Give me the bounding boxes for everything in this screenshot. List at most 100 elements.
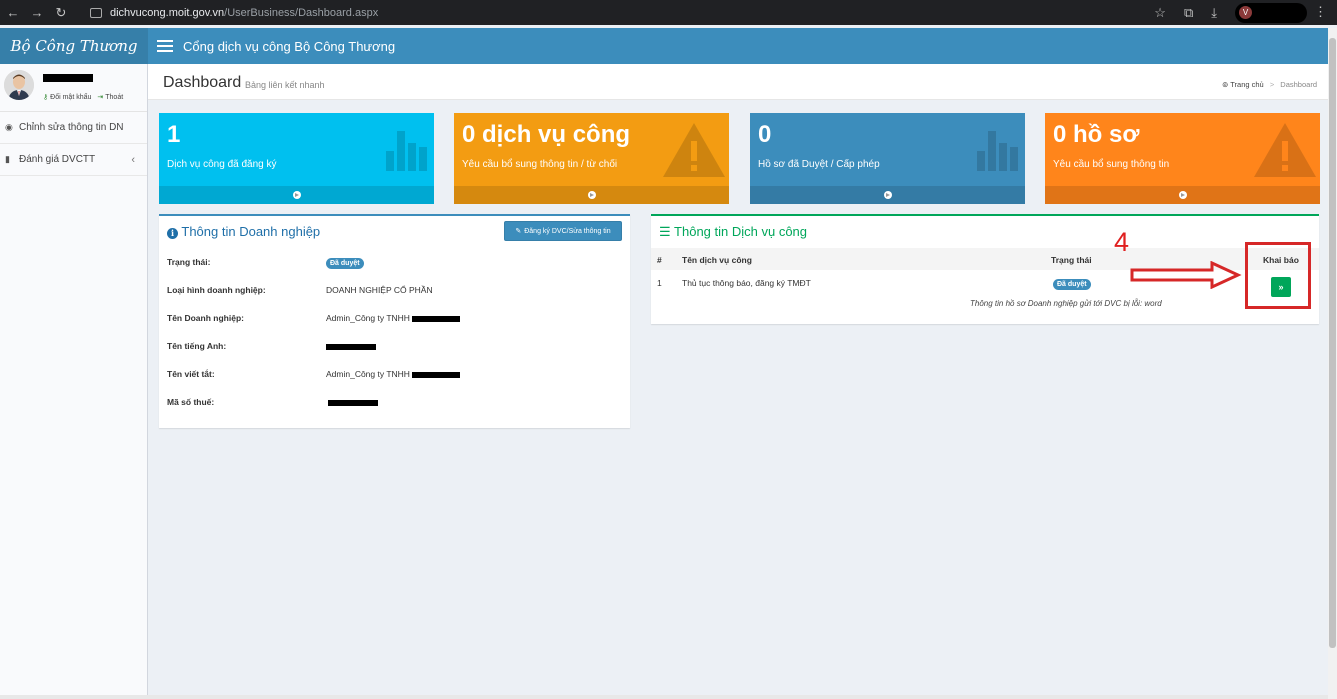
user-panel: ⚷ Đổi mật khẩu ⇥ Thoát [0, 64, 147, 112]
site-settings-icon[interactable] [90, 7, 102, 18]
content-header: Dashboard Bảng liên kết nhanh ⊚ Trang ch… [148, 64, 1328, 100]
annotation-step-number: 4 [1114, 227, 1130, 257]
company-name-value: Admin_Công ty TNHH [326, 313, 410, 323]
list-icon: ☰ [659, 224, 671, 239]
chevron-left-icon: ‹ [131, 153, 135, 166]
back-icon[interactable]: ← [2, 2, 24, 24]
tile-more-link[interactable] [454, 186, 729, 204]
browser-menu-icon[interactable]: ⋮ [1314, 4, 1327, 20]
breadcrumb-home[interactable]: Trang chủ [1230, 80, 1264, 89]
breadcrumb-current: Dashboard [1280, 80, 1317, 89]
browser-toolbar: ← → ↻ dichvucong.moit.gov.vn/UserBusines… [0, 0, 1337, 25]
redacted-text [412, 315, 461, 322]
status-badge: Đã duyệt [1053, 279, 1091, 290]
page-subtitle: Bảng liên kết nhanh [245, 80, 325, 90]
tile-value: 0 [758, 121, 772, 148]
bookmark-icon: ▮ [5, 154, 10, 164]
row-index: 1 [657, 278, 662, 288]
logout-link[interactable]: ⇥ Thoát [97, 93, 123, 101]
redacted-text [328, 399, 378, 406]
change-password-link[interactable]: ⚷ Đổi mật khẩu [43, 93, 91, 101]
address-bar[interactable]: dichvucong.moit.gov.vn/UserBusiness/Dash… [90, 2, 378, 24]
row-service-name: Thủ tục thông báo, đăng ký TMĐT [682, 278, 811, 288]
profile-button[interactable]: V [1235, 2, 1307, 23]
portal-title: Cổng dịch vụ công Bộ Công Thương [183, 38, 396, 54]
dashboard-icon: ⊚ [1221, 80, 1229, 89]
panel-title: ☰ Thông tin Dịch vụ công [659, 224, 807, 240]
error-note: Thông tin hồ sơ Doanh nghiệp gửi tới DVC… [970, 299, 1162, 308]
short-name-label: Tên viết tắt: [167, 369, 215, 379]
tile-more-link[interactable] [750, 186, 1025, 204]
forward-icon[interactable]: → [26, 2, 48, 24]
vertical-scrollbar[interactable] [1328, 28, 1337, 699]
english-name-label: Tên tiếng Anh: [167, 341, 227, 351]
tile-text: Yêu cầu bổ sung thông tin / từ chối [462, 159, 618, 170]
warning-icon [1254, 123, 1316, 177]
tile-more-link[interactable] [159, 186, 434, 204]
app-header: Cổng dịch vụ công Bộ Công Thương [148, 28, 1328, 64]
app-logo[interactable]: Bộ Công Thương [0, 28, 148, 64]
tile-approved-dossiers[interactable]: 0 Hồ sơ đã Duyệt / Cấp phép [750, 113, 1025, 204]
avatar [4, 70, 34, 100]
logout-icon: ⇥ [97, 94, 104, 101]
status-label: Trạng thái: [167, 257, 211, 267]
profile-avatar: V [1239, 6, 1252, 19]
edit-company-button[interactable]: ✎ Đăng ký DVC/Sửa thông tin [504, 221, 622, 241]
tax-code-label: Mã số thuế: [167, 397, 215, 407]
col-service-name: Tên dịch vụ công [682, 255, 752, 265]
warning-icon [663, 123, 725, 177]
sidebar: ⚷ Đổi mật khẩu ⇥ Thoát ◉ Chỉnh sửa thông t… [0, 64, 148, 699]
redacted-text [412, 371, 461, 378]
horizontal-scrollbar[interactable] [0, 695, 1328, 699]
business-type-label: Loại hình doanh nghiệp: [167, 285, 266, 295]
change-password-label: Đổi mật khẩu [50, 94, 92, 101]
reload-icon[interactable]: ↻ [50, 2, 72, 24]
panel-title: i Thông tin Doanh nghiệp [167, 224, 320, 239]
extensions-icon[interactable]: ⧉ [1184, 5, 1193, 21]
company-panel-title: Thông tin Doanh nghiệp [181, 224, 321, 239]
tile-text: Hồ sơ đã Duyệt / Cấp phép [758, 159, 880, 170]
col-status: Trạng thái [1051, 255, 1092, 265]
arrow-circle-right-icon [883, 191, 892, 199]
tile-text: Dịch vụ công đã đăng ký [167, 159, 277, 170]
edit-icon: ✎ [515, 228, 522, 235]
short-name-value: Admin_Công ty TNHH [326, 369, 410, 379]
breadcrumb-separator: > [1269, 80, 1275, 89]
annotation-highlight-box [1245, 242, 1311, 309]
key-icon: ⚷ [43, 94, 49, 101]
sidebar-item-label: Chỉnh sửa thông tin DN [19, 122, 124, 133]
sidebar-item-rating[interactable]: ▮ Đánh giá DVCTT ‹ [0, 144, 147, 176]
bar-chart-icon [386, 131, 427, 171]
breadcrumb: ⊚ Trang chủ > Dashboard [1222, 80, 1317, 89]
download-icon[interactable]: ⤓ [1211, 5, 1217, 21]
url-host: dichvucong.moit.gov.vn [110, 6, 225, 19]
bar-chart-icon [977, 131, 1018, 171]
info-icon: i [167, 228, 178, 239]
tile-value: 1 [167, 121, 181, 148]
tile-dossiers-supplement[interactable]: 0 hồ sơ Yêu cầu bổ sung thông tin [1045, 113, 1320, 204]
scrollbar-thumb[interactable] [1329, 38, 1336, 648]
sidebar-item-edit-company[interactable]: ◉ Chỉnh sửa thông tin DN [0, 112, 147, 144]
circle-icon: ◉ [5, 122, 13, 132]
sidebar-item-label: Đánh giá DVCTT [19, 154, 96, 165]
redacted-text [326, 343, 376, 350]
tile-value: 0 dịch vụ công [462, 121, 631, 148]
status-badge: Đã duyệt [326, 258, 364, 269]
tile-registered-services[interactable]: 1 Dịch vụ công đã đăng ký [159, 113, 434, 204]
tile-services-rejected[interactable]: 0 dịch vụ công Yêu cầu bổ sung thông tin… [454, 113, 729, 204]
business-type-value: DOANH NGHIỆP CỔ PHẦN [326, 285, 433, 295]
col-index: # [657, 255, 662, 265]
tile-more-link[interactable] [1045, 186, 1320, 204]
logout-label: Thoát [105, 94, 124, 101]
tile-value: 0 hồ sơ [1053, 121, 1140, 148]
edit-company-label: Đăng ký DVC/Sửa thông tin [524, 227, 611, 235]
tile-text: Yêu cầu bổ sung thông tin [1053, 159, 1170, 170]
page-title: Dashboard [163, 74, 242, 91]
service-panel-title: Thông tin Dịch vụ công [674, 224, 808, 239]
annotation-arrow-icon [1130, 261, 1242, 289]
arrow-circle-right-icon [1178, 191, 1187, 199]
company-info-panel: i Thông tin Doanh nghiệp ✎ Đăng ký DVC/S… [159, 214, 630, 428]
menu-toggle-icon[interactable] [157, 40, 173, 52]
bookmark-star-icon[interactable]: ☆ [1154, 5, 1166, 21]
url-path: /UserBusiness/Dashboard.aspx [224, 6, 379, 19]
